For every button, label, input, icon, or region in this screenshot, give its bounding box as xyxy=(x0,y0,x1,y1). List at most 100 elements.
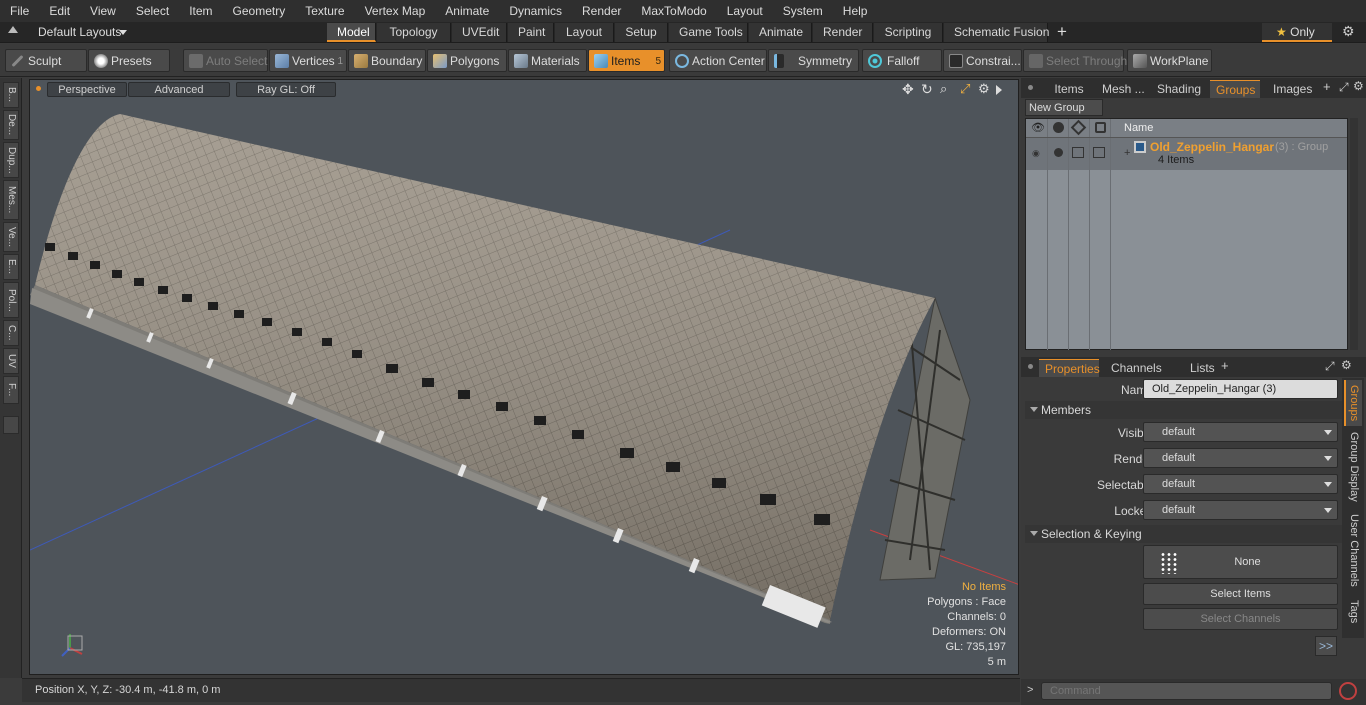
menu-texture[interactable]: Texture xyxy=(295,0,354,22)
tab-paint[interactable]: Paint xyxy=(508,23,554,42)
tab-mesh[interactable]: Mesh ... xyxy=(1096,80,1148,98)
add-tab-icon[interactable]: + xyxy=(1323,79,1331,94)
select-channels-button[interactable]: Select Channels xyxy=(1143,608,1338,630)
row-lock-box[interactable] xyxy=(1093,147,1105,158)
constraints-button[interactable]: Constrai... xyxy=(943,49,1022,72)
polygons-button[interactable]: Polygons xyxy=(427,49,507,72)
expand-icon[interactable]: + xyxy=(1124,147,1130,159)
tab-game-tools[interactable]: Game Tools xyxy=(669,23,748,42)
menu-render[interactable]: Render xyxy=(572,0,631,22)
groups-scrollbar[interactable] xyxy=(1350,118,1358,350)
shading-dropdown[interactable]: Advanced xyxy=(128,82,230,97)
menu-geometry[interactable]: Geometry xyxy=(223,0,296,22)
row-eye-icon[interactable]: ◉ xyxy=(1032,148,1040,159)
tool-tab-fusion[interactable]: F... xyxy=(3,376,19,404)
tab-items[interactable]: Items xyxy=(1043,80,1095,98)
menu-vertex-map[interactable]: Vertex Map xyxy=(355,0,436,22)
layouts-icon[interactable] xyxy=(8,26,18,33)
move-icon[interactable]: ✥ xyxy=(902,81,914,98)
boundary-button[interactable]: Boundary xyxy=(348,49,426,72)
more-button[interactable]: >> xyxy=(1315,636,1337,656)
props-gear-icon[interactable]: ⚙ xyxy=(1341,358,1352,372)
props-menu-dot[interactable] xyxy=(1028,364,1033,369)
panel-gear-icon[interactable]: ⚙ xyxy=(1353,79,1364,93)
keying-none-button[interactable]: None xyxy=(1143,545,1338,579)
tool-tab-extra[interactable] xyxy=(3,416,19,434)
viewport-menu-dot[interactable] xyxy=(36,86,41,91)
tab-properties[interactable]: Properties xyxy=(1039,359,1100,377)
menu-file[interactable]: File xyxy=(0,0,39,22)
tool-tab-polygon[interactable]: Pol... xyxy=(3,282,19,318)
workplane-button[interactable]: WorkPlane xyxy=(1127,49,1212,72)
select-through-button[interactable]: Select Through xyxy=(1023,49,1127,72)
falloff-button[interactable]: Falloff xyxy=(862,49,942,72)
tab-scripting[interactable]: Scripting xyxy=(874,23,943,42)
visible-dropdown[interactable]: default xyxy=(1143,422,1338,442)
materials-button[interactable]: Materials xyxy=(508,49,587,72)
tool-tab-basic[interactable]: B... xyxy=(3,82,19,108)
tool-tab-curve[interactable]: C... xyxy=(3,320,19,346)
tab-channels[interactable]: Channels xyxy=(1105,359,1162,377)
select-items-button[interactable]: Select Items xyxy=(1143,583,1338,605)
tool-tab-edge[interactable]: E... xyxy=(3,254,19,280)
render-icon[interactable] xyxy=(1053,122,1064,133)
tab-shading[interactable]: Shading xyxy=(1151,80,1207,98)
visibility-eye-icon[interactable]: 👁 xyxy=(1031,121,1045,134)
menu-item[interactable]: Item xyxy=(179,0,222,22)
new-group-button[interactable]: New Group xyxy=(1025,99,1103,116)
menu-system[interactable]: System xyxy=(773,0,833,22)
record-icon[interactable] xyxy=(1339,682,1357,700)
menu-dynamics[interactable]: Dynamics xyxy=(499,0,572,22)
gear-icon[interactable]: ⚙ xyxy=(1342,23,1355,40)
tab-render[interactable]: Render xyxy=(813,23,873,42)
3d-viewport[interactable]: Perspective Advanced Ray GL: Off ✥ ↻ ⌕ ⤢… xyxy=(29,79,1019,675)
groups-list[interactable]: 👁 Name ◉ + Old_Zeppelin_Hangar (3) : Gro… xyxy=(1025,118,1348,350)
side-tab-tags[interactable]: Tags xyxy=(1344,596,1362,628)
menu-view[interactable]: View xyxy=(80,0,126,22)
tab-layout[interactable]: Layout xyxy=(555,23,614,42)
panel-expand-icon[interactable]: ⤢ xyxy=(1339,80,1349,95)
layouts-dropdown[interactable]: Default Layouts xyxy=(38,24,121,41)
presets-button[interactable]: Presets xyxy=(88,49,170,72)
tab-schematic-fusion[interactable]: Schematic Fusion xyxy=(944,23,1049,42)
locked-dropdown[interactable]: default xyxy=(1143,500,1338,520)
view-mode-dropdown[interactable]: Perspective xyxy=(47,82,127,97)
tool-tab-mesh[interactable]: Mes... xyxy=(3,180,19,220)
tool-tab-vertex[interactable]: Ve... xyxy=(3,222,19,252)
tab-groups[interactable]: Groups xyxy=(1210,80,1260,98)
side-tab-groups[interactable]: Groups xyxy=(1344,380,1362,426)
tool-tab-uv[interactable]: UV xyxy=(3,348,19,374)
selection-keying-section[interactable]: Selection & Keying xyxy=(1025,525,1348,543)
menu-layout[interactable]: Layout xyxy=(717,0,773,22)
tool-tab-duplicate[interactable]: Dup... xyxy=(3,142,19,178)
menu-select[interactable]: Select xyxy=(126,0,179,22)
menu-help[interactable]: Help xyxy=(833,0,878,22)
select-cube-icon[interactable] xyxy=(1070,119,1087,136)
side-tab-group-display[interactable]: Group Display xyxy=(1344,430,1362,504)
rotate-icon[interactable]: ↻ xyxy=(921,81,933,98)
sculpt-button[interactable]: Sculpt xyxy=(5,49,87,72)
add-tab-icon[interactable]: + xyxy=(1057,22,1067,41)
row-render-icon[interactable] xyxy=(1054,148,1063,157)
maximize-icon[interactable]: ⤢ xyxy=(960,81,970,97)
tab-animate[interactable]: Animate xyxy=(749,23,812,42)
group-name[interactable]: Old_Zeppelin_Hangar xyxy=(1150,140,1274,154)
tab-lists[interactable]: Lists xyxy=(1184,359,1218,377)
menu-maxtomodo[interactable]: MaxToModo xyxy=(631,0,716,22)
viewport-expand-icon[interactable] xyxy=(996,85,1002,95)
auto-select-button[interactable]: Auto Select xyxy=(183,49,268,72)
lock-cube-icon[interactable] xyxy=(1095,122,1106,133)
zoom-icon[interactable]: ⌕ xyxy=(940,81,947,97)
raygl-toggle[interactable]: Ray GL: Off xyxy=(236,82,336,97)
action-center-button[interactable]: Action Center xyxy=(669,49,767,72)
tab-setup[interactable]: Setup xyxy=(615,23,668,42)
items-button[interactable]: Items 5 xyxy=(588,49,665,72)
group-row[interactable]: ◉ + Old_Zeppelin_Hangar (3) : Group 4 It… xyxy=(1026,138,1347,170)
selectable-dropdown[interactable]: default xyxy=(1143,474,1338,494)
command-input[interactable] xyxy=(1041,682,1332,700)
menu-animate[interactable]: Animate xyxy=(435,0,499,22)
symmetry-button[interactable]: Symmetry xyxy=(768,49,859,72)
side-tab-user-channels[interactable]: User Channels xyxy=(1344,512,1362,588)
render-dropdown[interactable]: default xyxy=(1143,448,1338,468)
add-properties-tab-icon[interactable]: + xyxy=(1221,358,1229,373)
